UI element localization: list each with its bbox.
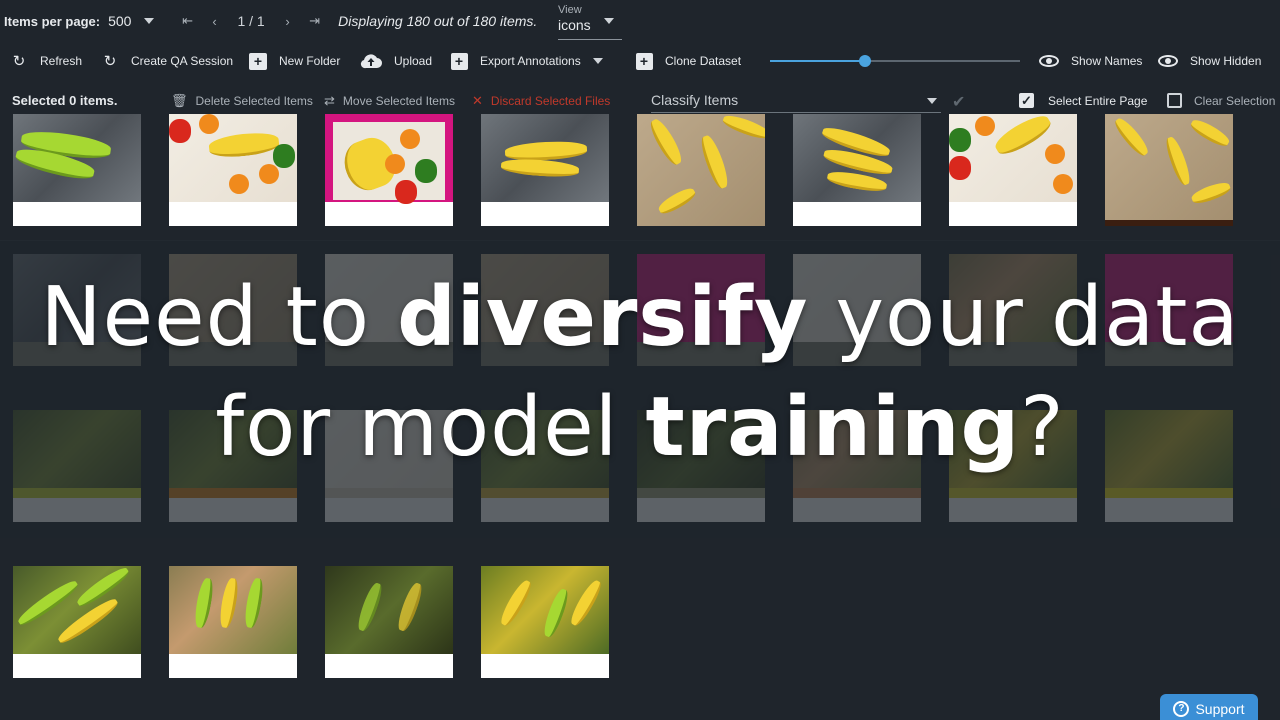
selected-count: Selected 0 items. <box>12 93 118 108</box>
headline-line-1: Need to diversify your data <box>40 270 1240 365</box>
image-thumbnail <box>325 566 453 654</box>
move-icon: ⇄ <box>324 93 335 108</box>
image-thumbnail <box>949 114 1077 202</box>
checkbox-empty-icon <box>1167 93 1182 108</box>
clone-icon: + <box>635 52 653 70</box>
eye-icon <box>1039 52 1059 70</box>
image-tile[interactable] <box>949 114 1077 226</box>
export-annotations-button[interactable]: + Export Annotations <box>450 52 603 70</box>
new-folder-label: New Folder <box>279 54 341 68</box>
create-qa-label: Create QA Session <box>131 54 234 68</box>
trash-icon: 🗑 <box>171 93 188 108</box>
move-selected-label: Move Selected Items <box>342 94 455 108</box>
show-names-label: Show Names <box>1071 54 1143 68</box>
refresh-icon: ↻ <box>103 53 117 70</box>
headline-line-2: for model training? <box>215 380 1065 475</box>
items-per-page-label: Items per page: <box>4 13 101 29</box>
image-tile[interactable] <box>13 566 141 678</box>
image-thumbnail <box>481 114 609 202</box>
clear-selection-label: Clear Selection <box>1194 93 1276 108</box>
delete-selected-label: Delete Selected Items <box>195 94 313 108</box>
chevron-down-icon <box>604 18 614 24</box>
refresh-button[interactable]: ↻ Refresh <box>10 52 82 70</box>
chevron-down-icon <box>927 98 937 104</box>
image-tile[interactable] <box>325 566 453 678</box>
delete-selected-button[interactable]: 🗑 Delete Selected Items <box>171 93 313 109</box>
image-thumbnail <box>325 114 453 204</box>
show-hidden-toggle[interactable]: Show Hidden <box>1158 52 1261 70</box>
image-tile[interactable] <box>325 114 453 226</box>
image-thumbnail <box>793 114 921 202</box>
move-selected-button[interactable]: ⇄ Move Selected Items <box>324 93 455 109</box>
last-page-icon[interactable]: ⇥ <box>301 13 328 29</box>
pager: ⇤ ‹ 1 / 1 › ⇥ <box>174 13 328 29</box>
toolbar: ↻ Refresh ↻ Create QA Session + New Fold… <box>0 42 1280 80</box>
classify-label: Classify Items <box>651 92 739 108</box>
image-thumbnail <box>637 114 765 226</box>
discard-selected-label: Discard Selected Files <box>490 94 611 108</box>
pagination-bar: Items per page: 500 ⇤ ‹ 1 / 1 › ⇥ Displa… <box>0 0 1280 42</box>
new-folder-button[interactable]: + New Folder <box>249 52 340 70</box>
discard-selected-button[interactable]: ✕ Discard Selected Files <box>472 93 610 109</box>
help-icon: ? <box>1173 701 1190 717</box>
show-hidden-label: Show Hidden <box>1190 54 1262 68</box>
image-thumbnail <box>169 566 297 654</box>
image-tile[interactable] <box>637 114 765 226</box>
eye-icon <box>1158 52 1178 70</box>
image-tile[interactable] <box>169 566 297 678</box>
clone-label: Clone Dataset <box>665 54 742 68</box>
dataset-browser: Items per page: 500 ⇤ ‹ 1 / 1 › ⇥ Displa… <box>0 0 1280 720</box>
view-select[interactable]: View icons <box>558 4 622 40</box>
image-thumbnail <box>13 114 141 202</box>
folder-plus-icon: + <box>249 52 267 70</box>
checkbox-checked-icon[interactable]: ✓ <box>1019 93 1034 108</box>
image-thumbnail <box>481 566 609 654</box>
image-tile[interactable] <box>793 114 921 226</box>
selection-bar: Selected 0 items. 🗑 Delete Selected Item… <box>0 80 1280 114</box>
export-icon: + <box>450 52 468 70</box>
zoom-slider-fill <box>770 60 865 62</box>
chevron-down-icon[interactable] <box>592 58 603 64</box>
close-icon: ✕ <box>472 93 483 108</box>
zoom-slider-handle[interactable] <box>859 55 871 67</box>
image-tile[interactable] <box>13 114 141 226</box>
upload-label: Upload <box>394 54 433 68</box>
clone-dataset-button[interactable]: + Clone Dataset <box>635 52 741 70</box>
first-page-icon[interactable]: ⇤ <box>174 13 201 29</box>
image-tile[interactable] <box>1105 114 1233 226</box>
next-page-icon[interactable]: › <box>274 14 301 29</box>
chevron-down-icon <box>144 18 155 24</box>
prev-page-icon[interactable]: ‹ <box>201 14 228 29</box>
display-count: Displaying 180 out of 180 items. <box>338 13 538 29</box>
select-entire-page-button[interactable]: ✓ Select Entire Page <box>1019 93 1147 108</box>
support-label: Support <box>1195 701 1245 717</box>
items-per-page-value: 500 <box>108 13 132 29</box>
upload-button[interactable]: Upload <box>360 52 432 70</box>
zoom-slider[interactable] <box>770 55 1020 67</box>
cloud-upload-icon <box>360 52 382 70</box>
page-indicator: 1 / 1 <box>237 13 265 29</box>
select-page-label: Select Entire Page <box>1048 93 1148 108</box>
image-tile[interactable] <box>481 114 609 226</box>
image-thumbnail <box>169 114 297 202</box>
check-icon[interactable]: ✔ <box>952 92 965 112</box>
show-names-toggle[interactable]: Show Names <box>1039 52 1142 70</box>
image-thumbnail <box>1105 114 1233 220</box>
image-tile[interactable] <box>169 114 297 226</box>
export-label: Export Annotations <box>480 54 581 68</box>
support-button[interactable]: ? Support <box>1160 694 1258 720</box>
create-qa-session-button[interactable]: ↻ Create QA Session <box>101 52 233 70</box>
view-label: View <box>558 4 582 16</box>
refresh-label: Refresh <box>40 54 83 68</box>
classify-select[interactable]: Classify Items <box>651 87 941 113</box>
items-per-page-select[interactable]: 500 <box>108 13 155 29</box>
clear-selection-button[interactable]: Clear Selection <box>1167 93 1275 108</box>
refresh-icon: ↻ <box>12 53 26 70</box>
image-thumbnail <box>13 566 141 654</box>
image-tile[interactable] <box>481 566 609 678</box>
